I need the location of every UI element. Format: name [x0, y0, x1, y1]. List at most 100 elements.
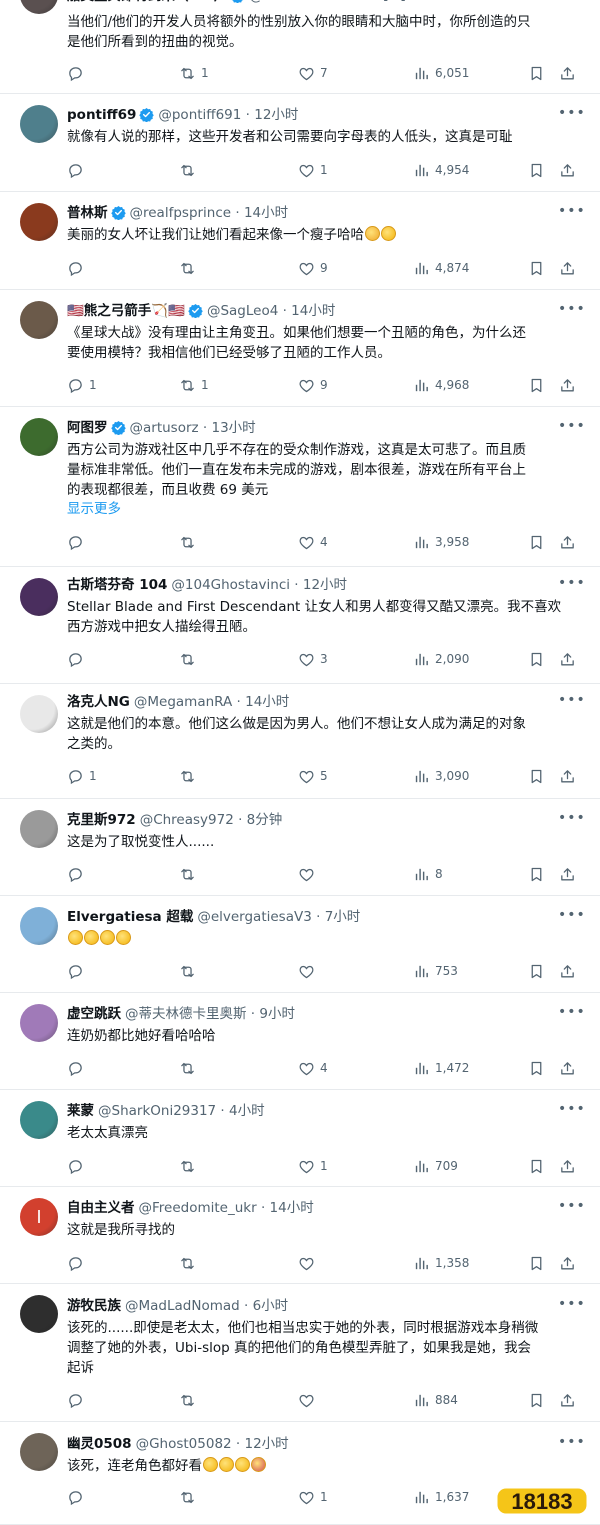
like-button[interactable]: [298, 864, 320, 884]
retweet-button[interactable]: [179, 1253, 201, 1273]
retweet-button[interactable]: [179, 1156, 201, 1176]
author-handle-time[interactable]: @蒂夫林德卡里奥斯 · 9小时: [125, 1006, 295, 1022]
more-options-icon[interactable]: •••: [558, 204, 585, 222]
avatar[interactable]: [20, 0, 58, 14]
author-handle-time[interactable]: @MegamanRA · 14小时: [134, 694, 289, 710]
more-options-icon[interactable]: •••: [558, 908, 585, 926]
author-handle-time[interactable]: @Freedomite_ukr · 14小时: [139, 1200, 314, 1216]
more-options-icon[interactable]: •••: [558, 0, 585, 5]
retweet-button[interactable]: [179, 1390, 201, 1410]
author-name[interactable]: 阿图罗: [67, 420, 108, 436]
like-button[interactable]: 3: [298, 649, 328, 669]
author-handle-time[interactable]: @Ghost05082 · 12小时: [136, 1436, 289, 1452]
views-button[interactable]: 8: [413, 864, 443, 884]
like-button[interactable]: 9: [298, 258, 328, 278]
retweet-button[interactable]: 1: [179, 375, 209, 395]
bookmark-button[interactable]: [528, 1390, 545, 1410]
share-button[interactable]: [559, 961, 576, 981]
bookmark-button[interactable]: [528, 649, 545, 669]
more-options-icon[interactable]: •••: [558, 1005, 585, 1023]
share-button[interactable]: [559, 258, 576, 278]
author-name[interactable]: 普林斯: [67, 205, 108, 221]
retweet-button[interactable]: [179, 864, 201, 884]
share-button[interactable]: [559, 160, 576, 180]
bookmark-button[interactable]: [528, 375, 545, 395]
views-button[interactable]: 753: [413, 961, 458, 981]
share-button[interactable]: [559, 375, 576, 395]
reply-button[interactable]: [67, 160, 89, 180]
author-name[interactable]: 克里斯972: [67, 812, 136, 828]
avatar[interactable]: I: [20, 1198, 58, 1236]
like-button[interactable]: [298, 1253, 320, 1273]
bookmark-button[interactable]: [528, 258, 545, 278]
retweet-button[interactable]: [179, 649, 201, 669]
tweet-card[interactable]: 克里斯972 @Chreasy972 · 8分钟 ••• 这是为了取悦变性人.....…: [0, 799, 600, 896]
reply-button[interactable]: 1: [67, 375, 97, 395]
share-button[interactable]: [559, 1058, 576, 1078]
more-options-icon[interactable]: •••: [558, 1435, 585, 1453]
reply-button[interactable]: [67, 1487, 89, 1507]
bookmark-button[interactable]: [528, 160, 545, 180]
like-button[interactable]: 4: [298, 1058, 328, 1078]
author-name[interactable]: 游牧民族: [67, 1298, 121, 1314]
avatar[interactable]: [20, 1433, 58, 1471]
views-button[interactable]: 709: [413, 1156, 458, 1176]
author-name[interactable]: 自由主义者: [67, 1200, 135, 1216]
tweet-card[interactable]: 阿图罗 @artusorz · 13小时 ••• 西方公司为游戏社区中几乎不存在的受众…: [0, 407, 600, 567]
author-handle-time[interactable]: @SharkOni29317 · 4小时: [98, 1103, 265, 1119]
avatar[interactable]: [20, 105, 58, 143]
share-button[interactable]: [559, 649, 576, 669]
like-button[interactable]: 1: [298, 160, 328, 180]
show-more-link[interactable]: 显示更多: [67, 499, 121, 519]
retweet-button[interactable]: [179, 532, 201, 552]
views-button[interactable]: 4,874: [413, 258, 469, 278]
share-button[interactable]: [559, 1156, 576, 1176]
tweet-card[interactable]: 虚空跳跃 @蒂夫林德卡里奥斯 · 9小时 ••• 连奶奶都比她好看哈哈哈 4 1,472: [0, 993, 600, 1090]
avatar[interactable]: [20, 578, 58, 616]
more-options-icon[interactable]: •••: [558, 419, 585, 437]
bookmark-button[interactable]: [528, 961, 545, 981]
author-name[interactable]: 🇺🇸熊之弓箭手🏹🇺🇸: [67, 303, 185, 319]
bookmark-button[interactable]: [528, 532, 545, 552]
avatar[interactable]: [20, 907, 58, 945]
reply-button[interactable]: [67, 63, 89, 83]
tweet-card[interactable]: 船美宝贝即将到来（Ubi） @H367641012 · 13小时 ••• 当他们/他们…: [0, 0, 600, 94]
retweet-button[interactable]: [179, 160, 201, 180]
tweet-card[interactable]: 古斯塔芬奇 104 @104Ghostavinci · 12小时 ••• Stella…: [0, 567, 600, 684]
reply-button[interactable]: [67, 1253, 89, 1273]
share-button[interactable]: [559, 1390, 576, 1410]
author-handle-time[interactable]: @realfpsprince · 14小时: [130, 205, 289, 221]
bookmark-button[interactable]: [528, 1058, 545, 1078]
like-button[interactable]: 1: [298, 1156, 328, 1176]
author-name[interactable]: 莱蒙: [67, 1103, 94, 1119]
more-options-icon[interactable]: •••: [558, 693, 585, 711]
bookmark-button[interactable]: [528, 766, 545, 786]
author-name[interactable]: pontiff69: [67, 107, 136, 123]
tweet-card[interactable]: Elvergatiesa 超载 @elvergatiesaV3 · 7小时 ••• 7…: [0, 896, 600, 993]
bookmark-button[interactable]: [528, 864, 545, 884]
avatar[interactable]: [20, 418, 58, 456]
retweet-button[interactable]: [179, 258, 201, 278]
avatar[interactable]: [20, 203, 58, 241]
more-options-icon[interactable]: •••: [558, 302, 585, 320]
more-options-icon[interactable]: •••: [558, 811, 585, 829]
more-options-icon[interactable]: •••: [558, 576, 585, 594]
like-button[interactable]: 1: [298, 1487, 328, 1507]
author-name[interactable]: 古斯塔芬奇 104: [67, 577, 167, 593]
bookmark-button[interactable]: [528, 63, 545, 83]
like-button[interactable]: 7: [298, 63, 328, 83]
more-options-icon[interactable]: •••: [558, 106, 585, 124]
views-button[interactable]: 3,958: [413, 532, 469, 552]
avatar[interactable]: [20, 810, 58, 848]
views-button[interactable]: 3,090: [413, 766, 469, 786]
author-handle-time[interactable]: @artusorz · 13小时: [130, 420, 256, 436]
tweet-card[interactable]: 游牧民族 @MadLadNomad · 6小时 ••• 该死的......即使是老太太…: [0, 1284, 600, 1422]
views-button[interactable]: 2,090: [413, 649, 469, 669]
tweet-card[interactable]: pontiff69 @pontiff691 · 12小时 ••• 就像有人说的那样，这…: [0, 94, 600, 192]
reply-button[interactable]: [67, 258, 89, 278]
author-handle-time[interactable]: @MadLadNomad · 6小时: [125, 1298, 288, 1314]
like-button[interactable]: [298, 961, 320, 981]
reply-button[interactable]: [67, 649, 89, 669]
more-options-icon[interactable]: •••: [558, 1102, 585, 1120]
author-handle-time[interactable]: @H367641012 · 13小时: [249, 0, 407, 4]
